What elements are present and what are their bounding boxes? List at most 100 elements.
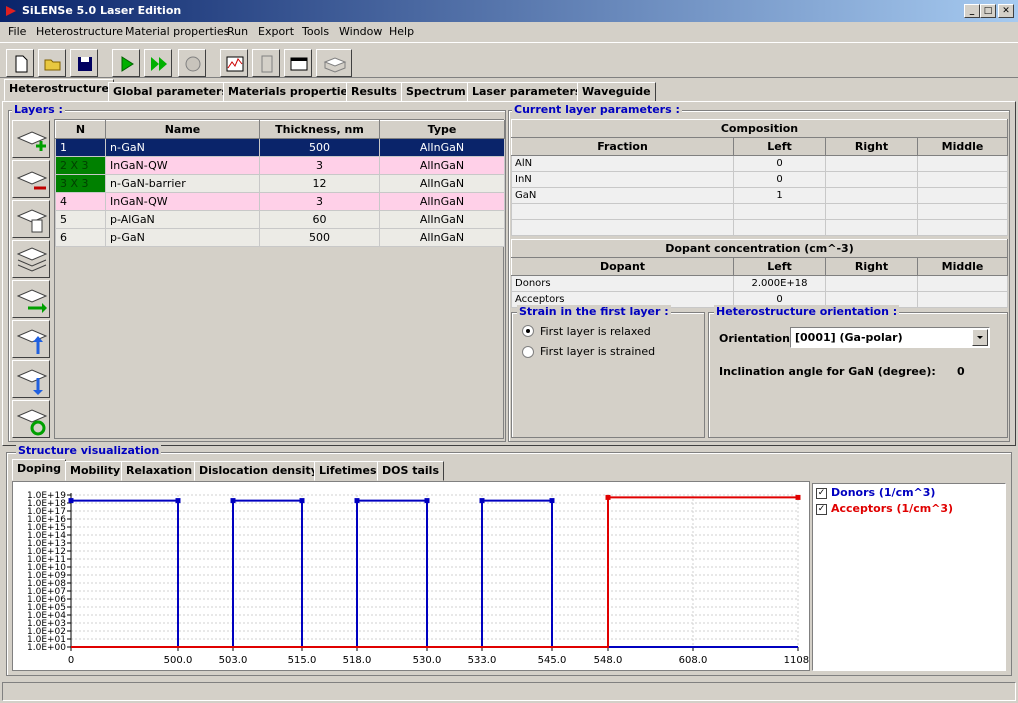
tab-results[interactable]: Results bbox=[346, 82, 402, 102]
tab-mobility[interactable]: Mobility bbox=[65, 461, 126, 481]
arrow-up-layer-icon bbox=[16, 329, 48, 354]
data-point bbox=[175, 498, 181, 504]
x-tick-label: 548.0 bbox=[594, 655, 623, 666]
x-tick-label: 0 bbox=[68, 655, 74, 666]
orientation-title: Heterostructure orientation : bbox=[714, 305, 900, 318]
copy-layer-button[interactable] bbox=[12, 240, 50, 278]
run-button[interactable] bbox=[112, 49, 140, 77]
maximize-button[interactable]: □ bbox=[980, 4, 996, 18]
table-row[interactable]: 3 X 3 n-GaN-barrier 12 AlInGaN bbox=[55, 174, 505, 193]
table-row[interactable]: 4 InGaN-QW 3 AlInGaN bbox=[55, 192, 505, 211]
series-line-acceptors bbox=[71, 496, 798, 648]
legend-acceptors[interactable]: Acceptors (1/cm^3) bbox=[831, 502, 953, 515]
plot-button[interactable] bbox=[220, 49, 248, 77]
legend-donors[interactable]: Donors (1/cm^3) bbox=[831, 486, 935, 499]
composition-header: Composition bbox=[511, 119, 1008, 138]
chevron-down-icon[interactable] bbox=[972, 329, 988, 346]
export-icon bbox=[323, 57, 347, 73]
menu-material-properties[interactable]: Material properties bbox=[125, 25, 229, 38]
edit-layer-icon bbox=[16, 209, 48, 233]
save-button[interactable] bbox=[70, 49, 98, 77]
data-point bbox=[299, 498, 305, 504]
table-row[interactable]: 1 n-GaN 500 AlInGaN bbox=[55, 138, 505, 157]
col-type: Type bbox=[379, 120, 505, 139]
x-tick-label: 608.0 bbox=[679, 655, 708, 666]
window-icon bbox=[290, 57, 308, 71]
move-layer-up-button[interactable] bbox=[12, 320, 50, 358]
run-all-button[interactable] bbox=[144, 49, 172, 77]
dopant-table: Dopant concentration (cm^-3) Dopant Left R… bbox=[511, 239, 1008, 308]
menu-tools[interactable]: Tools bbox=[302, 25, 329, 38]
orientation-value: [0001] (Ga-polar) bbox=[795, 331, 903, 344]
series-line-donors bbox=[71, 499, 798, 648]
tab-lifetimes[interactable]: Lifetimes bbox=[314, 461, 382, 481]
tab-waveguide[interactable]: Waveguide bbox=[577, 82, 656, 102]
table-row[interactable]: AlN 0 bbox=[511, 155, 1008, 172]
x-tick-label: 518.0 bbox=[343, 655, 372, 666]
menu-file[interactable]: File bbox=[8, 25, 26, 38]
refresh-icon bbox=[16, 409, 48, 436]
delete-layer-button[interactable] bbox=[12, 160, 50, 198]
table-row[interactable]: 2 X 3 InGaN-QW 3 AlInGaN bbox=[55, 156, 505, 175]
table-row[interactable]: InN 0 bbox=[511, 171, 1008, 188]
tab-dislocation-density[interactable]: Dislocation density bbox=[194, 461, 323, 481]
table-row[interactable]: 6 p-GaN 500 AlInGaN bbox=[55, 228, 505, 247]
doping-chart: 1.0E+001.0E+011.0E+021.0E+031.0E+041.0E+… bbox=[27, 491, 812, 666]
tab-dos-tails[interactable]: DOS tails bbox=[377, 461, 445, 481]
data-point bbox=[605, 494, 611, 500]
donors-checkbox[interactable]: ✓ bbox=[816, 488, 827, 499]
relaxed-label[interactable]: First layer is relaxed bbox=[540, 325, 651, 338]
data-point bbox=[549, 498, 555, 504]
menu-heterostructure[interactable]: Heterostructure bbox=[36, 25, 123, 38]
report-button[interactable] bbox=[252, 49, 280, 77]
orientation-select[interactable]: [0001] (Ga-polar) bbox=[790, 327, 990, 348]
stop-button[interactable] bbox=[178, 49, 206, 77]
menu-help[interactable]: Help bbox=[389, 25, 414, 38]
tab-spectrum[interactable]: Spectrum bbox=[401, 82, 471, 102]
strained-label[interactable]: First layer is strained bbox=[540, 345, 655, 358]
table-row[interactable]: Donors 2.000E+18 bbox=[511, 275, 1008, 292]
layers-table: N Name Thickness, nm Type 1 n-GaN 500 AlInG… bbox=[55, 120, 505, 247]
tab-global-parameters[interactable]: Global parameters bbox=[108, 82, 234, 102]
menu-window[interactable]: Window bbox=[339, 25, 382, 38]
document-icon bbox=[261, 55, 273, 73]
strain-title: Strain in the first layer : bbox=[517, 305, 671, 318]
tab-materials-properties[interactable]: Materials properties bbox=[223, 82, 360, 102]
x-tick-label: 515.0 bbox=[288, 655, 317, 666]
new-button[interactable] bbox=[6, 49, 34, 77]
orientation-label: Orientation bbox=[719, 332, 790, 345]
close-button[interactable]: ✕ bbox=[998, 4, 1014, 18]
strained-radio[interactable] bbox=[522, 346, 534, 358]
open-button[interactable] bbox=[38, 49, 66, 77]
table-row[interactable]: 5 p-AlGaN 60 AlInGaN bbox=[55, 210, 505, 229]
table-row[interactable] bbox=[511, 203, 1008, 220]
col-n: N bbox=[55, 120, 106, 139]
minimize-button[interactable]: _ bbox=[964, 4, 980, 18]
refresh-layers-button[interactable] bbox=[12, 400, 50, 438]
play-icon bbox=[121, 56, 134, 72]
tab-laser-parameters[interactable]: Laser parameters bbox=[467, 82, 587, 102]
x-tick-label: 545.0 bbox=[538, 655, 567, 666]
toolbar bbox=[0, 42, 1018, 78]
edit-layer-button[interactable] bbox=[12, 200, 50, 238]
menu-export[interactable]: Export bbox=[258, 25, 294, 38]
layers-stack-icon bbox=[16, 247, 48, 272]
add-layer-button[interactable] bbox=[12, 120, 50, 158]
layers-table-container: N Name Thickness, nm Type 1 n-GaN 500 AlInG… bbox=[54, 119, 505, 439]
table-row[interactable] bbox=[511, 219, 1008, 236]
tab-doping[interactable]: Doping bbox=[12, 459, 67, 481]
tab-relaxation[interactable]: Relaxation bbox=[121, 461, 198, 481]
export-button[interactable] bbox=[316, 49, 352, 77]
x-tick-label: 500.0 bbox=[164, 655, 193, 666]
move-layer-down-button[interactable] bbox=[12, 360, 50, 398]
col-name: Name bbox=[105, 120, 260, 139]
composition-table-container: Composition Fraction Left Right Middle AlN 0… bbox=[511, 119, 1008, 308]
acceptors-checkbox[interactable]: ✓ bbox=[816, 504, 827, 515]
tab-heterostructure[interactable]: Heterostructure bbox=[4, 79, 114, 101]
window-button[interactable] bbox=[284, 49, 312, 77]
move-layer-button[interactable] bbox=[12, 280, 50, 318]
table-row[interactable]: GaN 1 bbox=[511, 187, 1008, 204]
visualization-title: Structure visualization bbox=[16, 444, 162, 457]
relaxed-radio[interactable] bbox=[522, 325, 534, 337]
menu-run[interactable]: Run bbox=[227, 25, 248, 38]
